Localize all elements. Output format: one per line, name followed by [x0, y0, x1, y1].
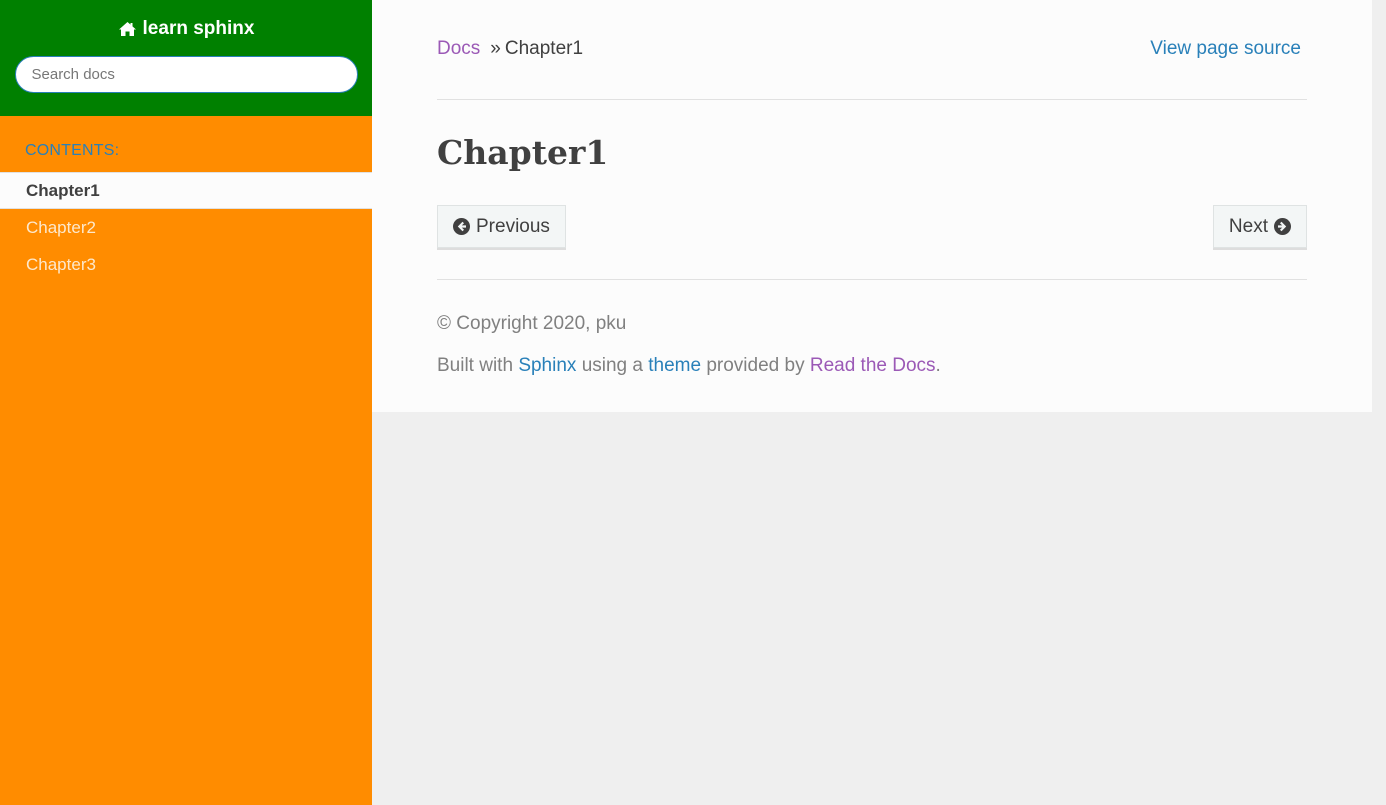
- toc-item-chapter3[interactable]: Chapter3: [0, 246, 372, 283]
- next-button-label: Next: [1228, 215, 1268, 237]
- footer-copyright: © Copyright 2020, pku: [437, 313, 627, 334]
- arrow-circle-left-icon: [453, 218, 470, 235]
- toc-caption: CONTENTS:: [25, 142, 120, 159]
- sidebar-header: learn sphinx: [0, 0, 372, 116]
- project-name: learn sphinx: [142, 18, 255, 39]
- breadcrumb: Docs » Chapter1 View page source: [437, 38, 1307, 60]
- footer-built-with: Built with Sphinx using a theme provided…: [437, 355, 941, 377]
- sidebar: learn sphinx CONTENTS: Chapter1 Chapter2…: [0, 0, 372, 805]
- search-form: [13, 56, 359, 93]
- footer-period: .: [935, 355, 941, 376]
- main-content: Docs» Chapter1 View page source Chapter1 …: [372, 0, 1372, 412]
- previous-button[interactable]: Previous: [437, 205, 566, 248]
- breadcrumb-separator: »: [490, 38, 501, 59]
- header-divider: [437, 99, 1307, 100]
- sphinx-link[interactable]: Sphinx: [518, 355, 576, 376]
- footer-divider: [437, 279, 1307, 280]
- previous-button-label: Previous: [476, 215, 550, 237]
- toc-item-chapter2[interactable]: Chapter2: [0, 209, 372, 246]
- toc-item-chapter1[interactable]: Chapter1: [0, 172, 372, 209]
- breadcrumb-docs-link[interactable]: Docs: [437, 38, 480, 59]
- theme-link[interactable]: theme: [648, 355, 701, 376]
- arrow-circle-right-icon: [1274, 218, 1291, 235]
- search-input[interactable]: [14, 56, 358, 93]
- home-icon: [118, 21, 137, 37]
- page-title: Chapter1: [437, 133, 609, 172]
- footer-built-prefix: Built with: [437, 355, 519, 376]
- footer-using-text: using a: [576, 355, 649, 376]
- project-home-link[interactable]: learn sphinx: [118, 18, 255, 40]
- next-button[interactable]: Next: [1212, 205, 1307, 248]
- breadcrumb-current: Chapter1: [504, 38, 584, 59]
- read-the-docs-link[interactable]: Read the Docs: [810, 355, 936, 376]
- view-page-source-link[interactable]: View page source: [1150, 38, 1301, 60]
- footer-provided-text: provided by: [701, 355, 810, 376]
